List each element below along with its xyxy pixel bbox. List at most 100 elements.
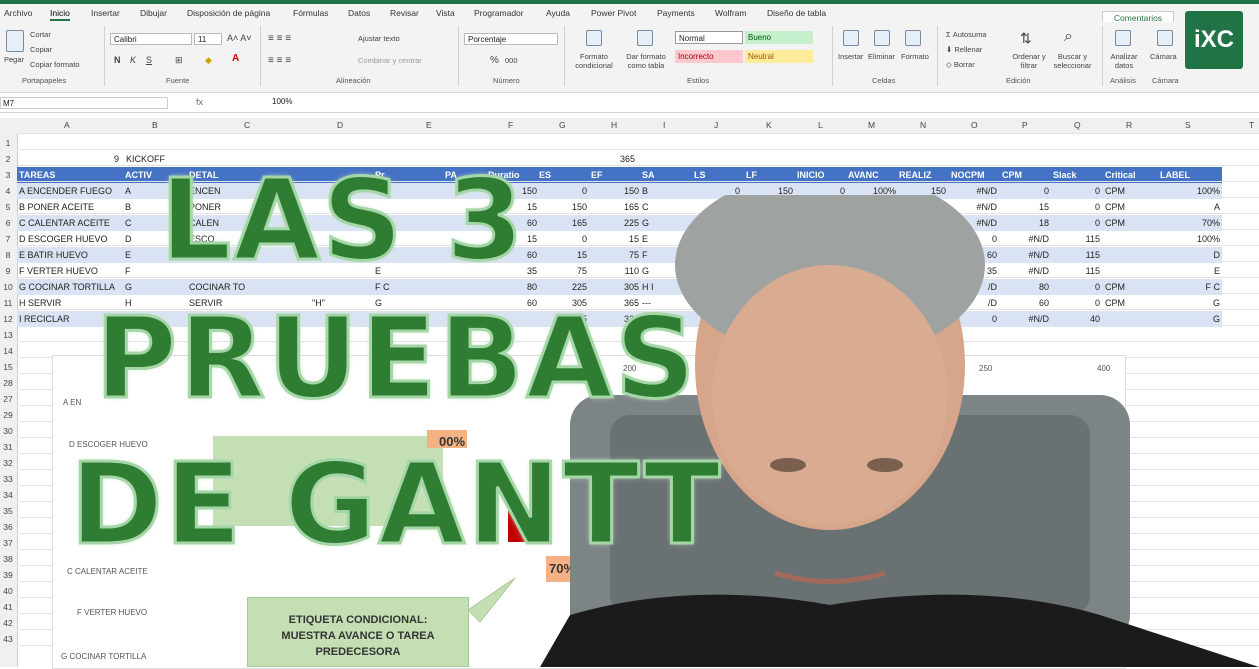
tab-vista[interactable]: Vista xyxy=(436,8,455,18)
autosum-button[interactable]: Σ Autosuma xyxy=(946,30,987,39)
table-cell-b[interactable]: G xyxy=(125,282,132,292)
row-header[interactable]: 2 xyxy=(0,154,16,164)
table-cell-b[interactable]: A xyxy=(125,186,131,196)
table-header-cell[interactable]: EF xyxy=(591,170,603,180)
column-header[interactable]: I xyxy=(663,120,665,130)
row-header[interactable]: 32 xyxy=(0,458,16,468)
table-cell-a[interactable]: I RECICLAR xyxy=(19,314,70,324)
font-color-icon[interactable]: A xyxy=(232,53,239,64)
table-cell-a[interactable]: B PONER ACEITE xyxy=(19,202,94,212)
tab-inicio[interactable]: Inicio xyxy=(50,8,70,21)
table-cell-a[interactable]: H SERVIR xyxy=(19,298,61,308)
row-header[interactable]: 4 xyxy=(0,186,16,196)
row-header[interactable]: 36 xyxy=(0,522,16,532)
analyze-data-icon[interactable] xyxy=(1115,30,1131,46)
merge-center-button[interactable]: Combinar y centrar xyxy=(358,56,422,65)
row-header[interactable]: 38 xyxy=(0,554,16,564)
insert-button[interactable]: Insertar xyxy=(838,52,863,61)
format-table-icon[interactable] xyxy=(637,30,653,46)
tab-revisar[interactable]: Revisar xyxy=(390,8,419,18)
format-table-button[interactable]: Dar formato como tabla xyxy=(620,52,672,70)
column-header[interactable]: L xyxy=(818,120,823,130)
row-header[interactable]: 13 xyxy=(0,330,16,340)
column-header[interactable]: R xyxy=(1126,120,1132,130)
column-header[interactable]: F xyxy=(508,120,513,130)
table-cell-a[interactable]: G COCINAR TORTILLA xyxy=(19,282,115,292)
thousands-button[interactable]: 000 xyxy=(505,56,518,65)
table-header-cell[interactable]: LF xyxy=(746,170,757,180)
tab-disposicion[interactable]: Disposición de página xyxy=(187,8,270,18)
row-header[interactable]: 43 xyxy=(0,634,16,644)
table-cell-a[interactable]: C CALENTAR ACEITE xyxy=(19,218,110,228)
row-header[interactable]: 7 xyxy=(0,234,16,244)
row-header[interactable]: 27 xyxy=(0,394,16,404)
delete-cells-icon[interactable] xyxy=(874,30,890,46)
tab-formulas[interactable]: Fórmulas xyxy=(293,8,328,18)
row-header[interactable]: 39 xyxy=(0,570,16,580)
find-select-button[interactable]: Buscar y seleccionar xyxy=(1050,52,1095,70)
font-size-select[interactable]: 11 xyxy=(194,33,222,45)
column-header[interactable]: G xyxy=(559,120,566,130)
row-header[interactable]: 42 xyxy=(0,618,16,628)
number-format-select[interactable]: Porcentaje xyxy=(464,33,558,45)
conditional-format-icon[interactable] xyxy=(586,30,602,46)
fx-icon[interactable]: fx xyxy=(196,97,203,107)
table-cell-a[interactable]: A ENCENDER FUEGO xyxy=(19,186,112,196)
clear-button[interactable]: ◇ Borrar xyxy=(946,60,975,69)
style-neutral[interactable]: Neutral xyxy=(745,50,813,63)
row-header[interactable]: 9 xyxy=(0,266,16,276)
row-header[interactable]: 41 xyxy=(0,602,16,612)
analyze-data-button[interactable]: Analizar datos xyxy=(1108,52,1140,70)
bold-button[interactable]: N xyxy=(114,55,121,65)
column-header[interactable]: E xyxy=(426,120,432,130)
style-normal[interactable]: Normal xyxy=(675,31,743,44)
row-header[interactable]: 35 xyxy=(0,506,16,516)
tab-programador[interactable]: Programador xyxy=(474,8,524,18)
table-cell-b[interactable]: D xyxy=(125,234,132,244)
row-header[interactable]: 31 xyxy=(0,442,16,452)
font-name-select[interactable]: Calibri xyxy=(110,33,192,45)
copy-button[interactable]: Copiar xyxy=(30,45,52,54)
column-header[interactable]: S xyxy=(1185,120,1191,130)
column-header[interactable]: C xyxy=(244,120,250,130)
column-header[interactable]: M xyxy=(868,120,875,130)
column-header[interactable]: N xyxy=(920,120,926,130)
row-header[interactable]: 28 xyxy=(0,378,16,388)
align-left-icon[interactable]: ≡ ≡ ≡ xyxy=(268,55,291,66)
table-header-cell[interactable]: REALIZ xyxy=(899,170,932,180)
table-cell-b[interactable]: F xyxy=(125,266,131,276)
row-header[interactable]: 34 xyxy=(0,490,16,500)
row-header[interactable]: 11 xyxy=(0,298,16,308)
border-icon[interactable]: ⊞ xyxy=(175,55,183,66)
table-header-cell[interactable]: ACTIV xyxy=(125,170,152,180)
tab-payments[interactable]: Payments xyxy=(657,8,695,18)
table-header-cell[interactable]: SA xyxy=(642,170,655,180)
table-cell-b[interactable]: B xyxy=(125,202,131,212)
cell-a2[interactable]: 9 xyxy=(114,154,119,164)
cell-h2[interactable]: 365 xyxy=(620,154,635,164)
camera-icon[interactable] xyxy=(1157,30,1173,46)
align-top-icon[interactable]: ≡ ≡ ≡ xyxy=(268,33,291,44)
table-cell-b[interactable]: C xyxy=(125,218,132,228)
delete-button[interactable]: Eliminar xyxy=(868,52,895,61)
table-header-cell[interactable]: LS xyxy=(694,170,706,180)
paste-icon[interactable] xyxy=(6,30,24,52)
table-cell-a[interactable]: F VERTER HUEVO xyxy=(19,266,98,276)
row-header[interactable]: 15 xyxy=(0,362,16,372)
tab-wolfram[interactable]: Wolfram xyxy=(715,8,747,18)
column-header[interactable]: T xyxy=(1249,120,1254,130)
insert-cells-icon[interactable] xyxy=(843,30,859,46)
wrap-text-button[interactable]: Ajustar texto xyxy=(358,34,400,43)
formula-input[interactable]: 100% xyxy=(272,97,292,106)
fill-color-icon[interactable]: ◆ xyxy=(205,55,212,66)
row-header[interactable]: 29 xyxy=(0,410,16,420)
fill-button[interactable]: ⬇ Rellenar xyxy=(946,45,982,54)
column-header[interactable]: J xyxy=(714,120,718,130)
tab-dibujar[interactable]: Dibujar xyxy=(140,8,167,18)
camera-button[interactable]: Cámara xyxy=(1150,52,1177,61)
conditional-format-button[interactable]: Formato condicional xyxy=(568,52,620,70)
format-button[interactable]: Formato xyxy=(901,52,929,61)
row-header[interactable]: 5 xyxy=(0,202,16,212)
name-box[interactable]: M7 xyxy=(0,97,168,109)
table-header-cell[interactable]: INICIO xyxy=(797,170,825,180)
